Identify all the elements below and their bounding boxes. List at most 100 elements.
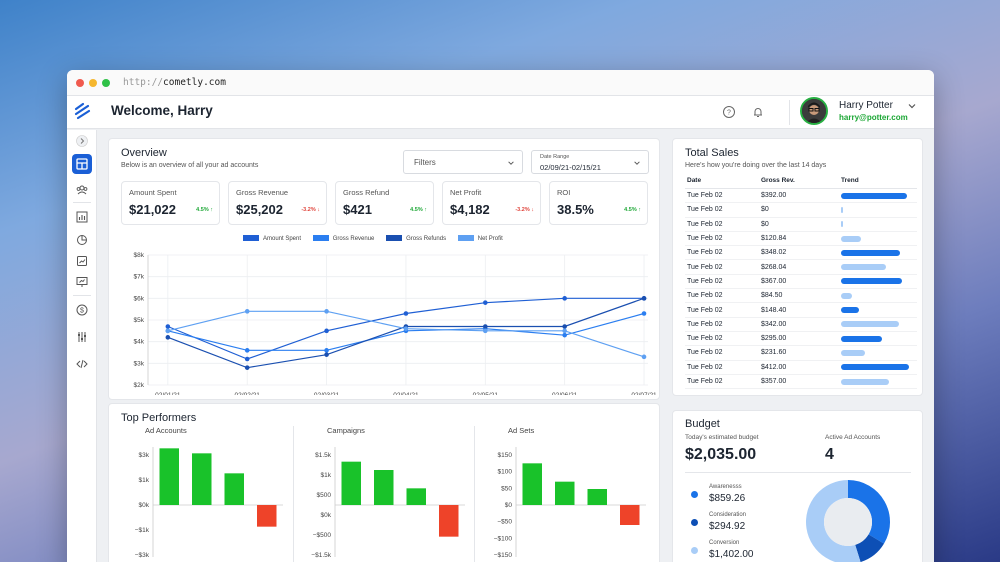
chart-title: Campaigns: [327, 426, 365, 435]
chevron-down-icon[interactable]: [907, 101, 917, 111]
table-row[interactable]: Tue Feb 02 $148.40: [685, 302, 917, 318]
table-row[interactable]: Tue Feb 02 $0: [685, 202, 917, 218]
revenue-cell: $342.00: [759, 317, 839, 332]
y-tick-label: $5k: [134, 317, 145, 324]
legend-item[interactable]: Net Profit: [457, 235, 503, 242]
trend-bar: [841, 278, 903, 285]
date-cell: Tue Feb 02: [685, 317, 759, 332]
trend-cell: [839, 231, 917, 247]
table-row[interactable]: Tue Feb 02 $342.00: [685, 317, 917, 332]
table-row[interactable]: Tue Feb 02 $348.02: [685, 245, 917, 261]
stat-change: 4.5% ↑: [410, 207, 427, 213]
stat-net-profit[interactable]: Net Profit $4,182 -3.2% ↓: [442, 181, 541, 225]
table-row[interactable]: Tue Feb 02 $392.00: [685, 188, 917, 204]
close-dot[interactable]: [76, 78, 84, 87]
trend-cell: [839, 217, 917, 232]
table-row[interactable]: Tue Feb 02 $120.84: [685, 231, 917, 247]
stat-value: $421: [343, 202, 372, 217]
help-icon[interactable]: ?: [722, 105, 736, 119]
column-header[interactable]: Trend: [839, 175, 917, 189]
browser-window: http://cometly.com Welcome, Harry ? Harr…: [67, 70, 934, 562]
trend-cell: [839, 317, 917, 332]
bar: [192, 453, 212, 505]
budget-card: Budget Today's estimated budget $2,035.0…: [672, 410, 923, 562]
overview-line-chart: $2k $3k $4k $5k $6k $7k $8k 02/01/21 02/02/21 02/…: [134, 252, 658, 395]
budget-item-label: Conversion: [709, 540, 740, 546]
stat-value: 38.5%: [557, 202, 594, 217]
sliders-icon[interactable]: [75, 330, 89, 344]
data-point: [483, 300, 488, 305]
minimize-dot[interactable]: [89, 78, 97, 87]
y-tick-label: $0k: [321, 512, 332, 519]
code-icon[interactable]: [75, 357, 89, 371]
stat-gross-revenue[interactable]: Gross Revenue $25,202 -3.2% ↓: [228, 181, 327, 225]
sales-table: Date Gross Rev. Trend Tue Feb 02 $392.00 T…: [685, 175, 917, 390]
trend-bar: [841, 335, 882, 342]
user-name[interactable]: Harry Potter: [839, 100, 893, 111]
expand-sidebar-icon[interactable]: [76, 135, 88, 147]
revenue-cell: $348.02: [759, 245, 839, 261]
column-header[interactable]: Gross Rev.: [759, 175, 839, 189]
revenue-cell: $295.00: [759, 331, 839, 347]
top-bar: Welcome, Harry ? Harry Potter harry@pott…: [67, 96, 934, 129]
svg-text:$: $: [80, 308, 84, 315]
presentation-icon[interactable]: [75, 275, 89, 289]
table-row[interactable]: Tue Feb 02 $268.04: [685, 259, 917, 275]
stat-change: 4.5% ↑: [624, 207, 641, 213]
trend-cell: [839, 188, 917, 204]
data-point: [165, 335, 171, 340]
bar: [620, 505, 640, 525]
table-row[interactable]: Tue Feb 02 $357.00: [685, 374, 917, 390]
dollar-icon[interactable]: $: [75, 303, 89, 317]
revenue-cell: $84.50: [759, 288, 839, 304]
stat-change: 4.5% ↑: [196, 207, 213, 213]
cometly-logo-icon[interactable]: [73, 102, 93, 122]
estimate-value: $2,035.00: [685, 446, 757, 463]
revenue-cell: $268.04: [759, 259, 839, 275]
table-row[interactable]: Tue Feb 02 $295.00: [685, 331, 917, 347]
x-tick-label: 02/07/21: [631, 392, 657, 395]
table-row[interactable]: Tue Feb 02 $367.00: [685, 274, 917, 290]
y-tick-label: $150: [498, 452, 513, 459]
data-point: [324, 328, 329, 334]
url-text[interactable]: http://cometly.com: [123, 77, 226, 88]
table-row[interactable]: Tue Feb 02 $84.50: [685, 288, 917, 304]
stat-roi[interactable]: ROI 38.5% 4.5% ↑: [549, 181, 648, 225]
stat-amount-spent[interactable]: Amount Spent $21,022 4.5% ↑: [121, 181, 220, 225]
data-point: [244, 309, 250, 314]
table-row[interactable]: Tue Feb 02 $412.00: [685, 360, 917, 375]
revenue-cell: $0: [759, 217, 839, 232]
users-icon[interactable]: [75, 183, 89, 197]
stat-gross-refund[interactable]: Gross Refund $421 4.5% ↑: [335, 181, 434, 225]
arrow-up-icon: ↑: [638, 207, 641, 213]
maximize-dot[interactable]: [102, 78, 110, 87]
sidebar-item-dashboard[interactable]: [72, 154, 92, 174]
bar-chart-icon[interactable]: [75, 210, 89, 224]
legend-item[interactable]: Gross Revenue: [312, 235, 374, 242]
trend-bar: [841, 235, 861, 242]
x-tick-label: 02/01/21: [155, 392, 181, 395]
trend-bar: [841, 349, 866, 356]
stat-value: $25,202: [236, 202, 283, 217]
stat-value: $4,182: [450, 202, 490, 217]
trend-cell: [839, 245, 917, 261]
arrow-up-icon: ↑: [424, 207, 427, 213]
column-header[interactable]: Date: [685, 175, 759, 189]
filters-dropdown[interactable]: Filters: [403, 150, 523, 174]
table-row[interactable]: Tue Feb 02 $0: [685, 217, 917, 232]
divider: [789, 100, 790, 125]
stat-label: Net Profit: [450, 188, 482, 197]
avatar[interactable]: [800, 97, 828, 125]
y-tick-label: $3k: [139, 452, 150, 459]
legend-item[interactable]: Gross Refunds: [386, 235, 446, 242]
svg-text:?: ?: [727, 110, 731, 117]
x-tick-label: 02/06/21: [552, 392, 578, 395]
campaigns-bar-chart: Campaigns$1.5k$1k$500$0k−$500−$1.5kNewPr…: [311, 426, 465, 559]
bell-icon[interactable]: [751, 105, 765, 119]
report-icon[interactable]: [75, 254, 89, 268]
revenue-cell: $0: [759, 202, 839, 218]
date-range-picker[interactable]: Date Range 02/09/21-02/15/21: [531, 150, 649, 174]
legend-item[interactable]: Amount Spent: [243, 235, 301, 242]
table-row[interactable]: Tue Feb 02 $231.60: [685, 345, 917, 361]
pie-chart-icon[interactable]: [75, 233, 89, 247]
